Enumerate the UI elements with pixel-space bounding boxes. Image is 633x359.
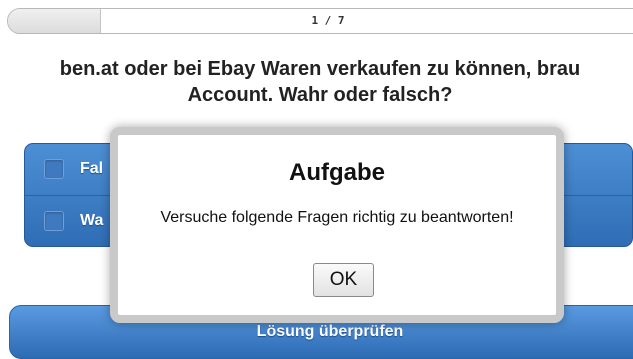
question-text: ben.at oder bei Ebay Waren verkaufen zu … [59,58,581,106]
checkbox[interactable] [44,159,64,179]
progress-counter: 1 / 7 [311,14,345,27]
dialog-message: Versuche folgende Fragen richtig zu bean… [160,209,514,226]
task-dialog: Aufgabe Versuche folgende Fragen richtig… [110,127,564,323]
ok-button[interactable]: OK [313,263,374,297]
progress-bar: 1 / 7 [7,8,633,34]
checkbox[interactable] [44,211,64,231]
answer-option-label: Fal [80,160,104,177]
answer-option-label: Wa [80,212,104,229]
dialog-title: Aufgabe [289,159,385,186]
